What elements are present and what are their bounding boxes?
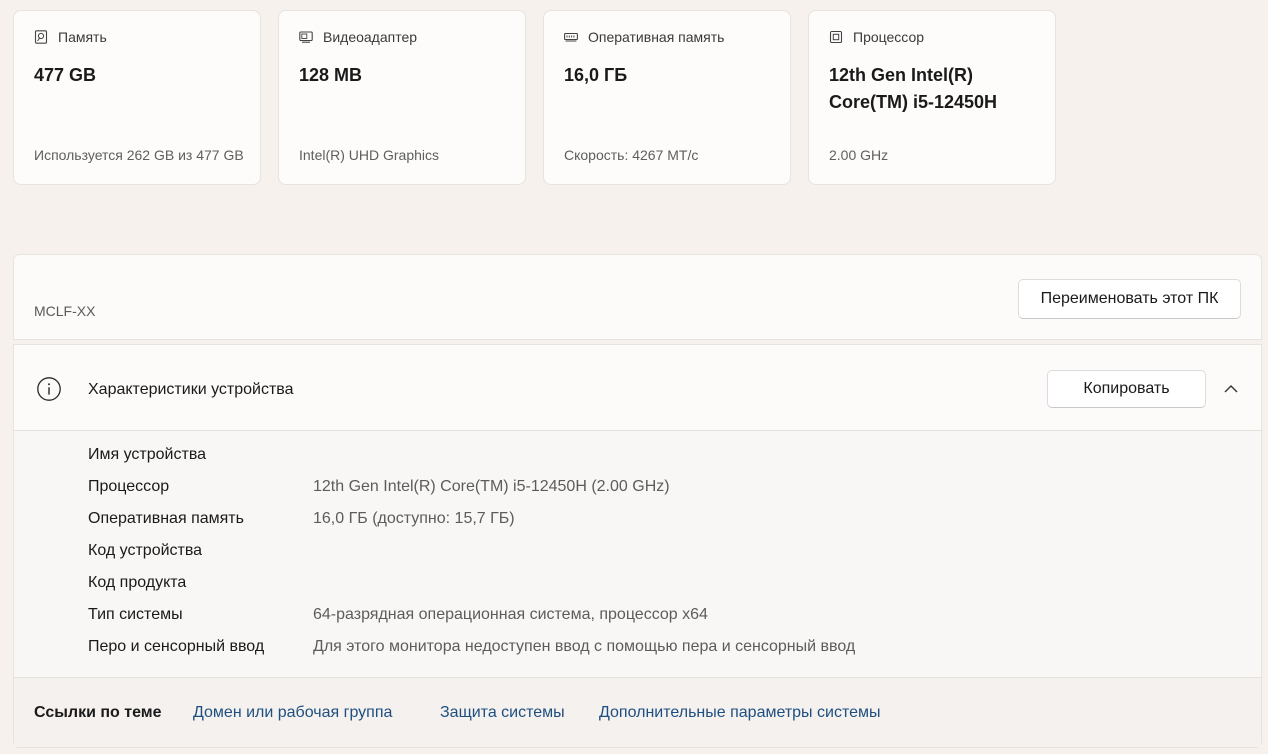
spec-label: Процессор: [88, 478, 170, 495]
spec-label: Тип системы: [88, 606, 183, 623]
cpu-card-frequency: 2.00 GHz: [829, 147, 889, 163]
display-adapter-card: Видеоадаптер 128 MB Intel(R) UHD Graphic…: [278, 10, 526, 185]
spec-value: 12th Gen Intel(R) Core(TM) i5-12450H (2.…: [313, 478, 670, 495]
spec-value: Для этого монитора недоступен ввод с пом…: [313, 638, 856, 655]
cpu-card-title: Процессор: [853, 29, 925, 45]
info-icon: [37, 377, 61, 401]
ram-card: Оперативная память 16,0 ГБ Скорость: 426…: [543, 10, 791, 185]
spec-label: Имя устройства: [88, 446, 207, 463]
ram-card-header: Оперативная память: [564, 29, 724, 45]
device-specifications-title: Характеристики устройства: [88, 381, 294, 398]
display-adapter-card-title: Видеоадаптер: [323, 29, 418, 45]
spec-label: Код устройства: [88, 542, 203, 559]
spec-label: Код продукта: [88, 574, 187, 591]
device-specifications-panel: Характеристики устройства Копировать Имя…: [13, 344, 1262, 748]
related-links-bar: Ссылки по теме Домен или рабочая группа …: [14, 677, 1261, 747]
device-specifications-header[interactable]: Характеристики устройства Копировать: [14, 345, 1261, 431]
cpu-card-header: Процессор: [829, 29, 924, 45]
ram-icon: [564, 32, 578, 42]
pc-name-panel: MCLF-XX Переименовать этот ПК: [13, 254, 1262, 340]
display-adapter-card-value: 128 MB: [299, 65, 363, 85]
storage-card-header: Память: [34, 29, 107, 45]
storage-card-usage: Используется 262 GB из 477 GB: [34, 147, 244, 163]
display-adapter-icon: [299, 31, 313, 43]
storage-card: Память 477 GB Используется 262 GB из 477…: [13, 10, 261, 185]
ram-card-title: Оперативная память: [588, 29, 725, 45]
spec-value: 64-разрядная операционная система, проце…: [313, 606, 708, 623]
related-links-title: Ссылки по теме: [34, 704, 162, 721]
ram-card-speed: Скорость: 4267 МТ/с: [564, 147, 699, 163]
storage-card-title: Память: [58, 29, 107, 45]
cpu-icon: [829, 30, 843, 44]
chevron-up-icon[interactable]: [1222, 380, 1240, 398]
cpu-card-value: 12th Gen Intel(R) Core(TM) i5-12450H: [829, 65, 998, 112]
ram-card-value: 16,0 ГБ: [564, 65, 628, 85]
pc-name: MCLF-XX: [34, 303, 96, 319]
display-adapter-card-model: Intel(R) UHD Graphics: [299, 147, 440, 163]
storage-icon: [34, 30, 48, 44]
domain-workgroup-link[interactable]: Домен или рабочая группа: [193, 704, 392, 722]
cpu-card: Процессор 12th Gen Intel(R) Core(TM) i5-…: [808, 10, 1056, 185]
system-protection-link[interactable]: Защита системы: [440, 704, 565, 722]
spec-value: 16,0 ГБ (доступно: 15,7 ГБ): [313, 510, 515, 527]
rename-pc-button[interactable]: Переименовать этот ПК: [1018, 279, 1241, 319]
spec-label: Оперативная память: [88, 510, 244, 527]
display-adapter-card-header: Видеоадаптер: [299, 29, 417, 45]
spec-label: Перо и сенсорный ввод: [88, 638, 265, 655]
copy-button[interactable]: Копировать: [1047, 370, 1206, 408]
advanced-system-settings-link[interactable]: Дополнительные параметры системы: [599, 704, 880, 722]
storage-card-value: 477 GB: [34, 65, 97, 85]
